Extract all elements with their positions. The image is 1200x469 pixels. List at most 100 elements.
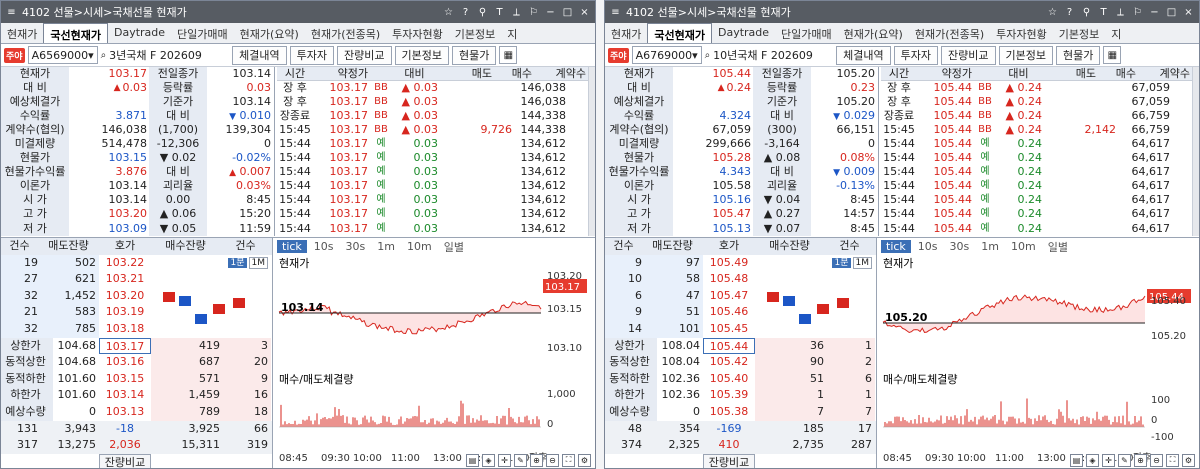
- chart-tab-3[interactable]: 1m: [976, 240, 1004, 253]
- ask-price[interactable]: 103.22: [99, 255, 151, 272]
- bid-price[interactable]: 105.40: [703, 371, 755, 388]
- bid-price[interactable]: 103.14: [99, 387, 151, 404]
- code-field[interactable]: A6569000 ▾: [27, 46, 98, 64]
- trade-scrollbar[interactable]: [1192, 67, 1199, 236]
- day-night-toggle[interactable]: 주야: [4, 47, 25, 63]
- bid-price[interactable]: 105.38: [703, 404, 755, 421]
- pen-icon[interactable]: ✎: [1118, 453, 1131, 467]
- chart-tab-3[interactable]: 1m: [372, 240, 400, 253]
- bid-price[interactable]: 105.39: [703, 387, 755, 404]
- close-icon[interactable]: ×: [1182, 6, 1195, 19]
- flag-icon[interactable]: ⚐: [1131, 6, 1144, 19]
- chart-tab-5[interactable]: 일별: [1043, 239, 1073, 255]
- code-field[interactable]: A6769000 ▾: [631, 46, 702, 64]
- table-icon[interactable]: ▤: [466, 453, 479, 467]
- toolbar-button-3[interactable]: 기본정보: [394, 45, 449, 65]
- chart-tab-4[interactable]: 10m: [1006, 240, 1041, 253]
- link-icon[interactable]: ⚲: [476, 6, 489, 19]
- trade-scrollbar[interactable]: [588, 67, 595, 236]
- tab-6[interactable]: 투자자현황: [386, 23, 449, 43]
- chart-tab-1[interactable]: 10s: [913, 240, 943, 253]
- bid-price[interactable]: 103.13: [99, 404, 151, 421]
- ask-price[interactable]: 105.48: [703, 271, 755, 288]
- expand-icon[interactable]: ⛶: [1166, 453, 1179, 467]
- ask-price[interactable]: 103.21: [99, 271, 151, 288]
- pen-icon[interactable]: ✎: [514, 453, 527, 467]
- chart-tab-2[interactable]: 30s: [945, 240, 975, 253]
- tab-3[interactable]: 단일가매매: [171, 23, 234, 43]
- tab-0[interactable]: 현재가: [605, 23, 647, 43]
- toolbar-button-0[interactable]: 체결내역: [836, 45, 891, 65]
- text-icon[interactable]: T: [493, 6, 506, 19]
- star-icon[interactable]: ☆: [442, 6, 455, 19]
- link-icon[interactable]: ⚲: [1080, 6, 1093, 19]
- toolbar-button-0[interactable]: 체결내역: [232, 45, 287, 65]
- ask-price[interactable]: 105.46: [703, 304, 755, 321]
- minimize-icon[interactable]: −: [544, 6, 557, 19]
- toolbar-button-2[interactable]: 잔량비교: [941, 45, 996, 65]
- zoom-in-icon[interactable]: ⊕: [1134, 453, 1147, 467]
- toolbar-button-2[interactable]: 잔량비교: [337, 45, 392, 65]
- compare-button[interactable]: 잔량비교: [99, 453, 151, 468]
- ask-price[interactable]: 105.45: [703, 321, 755, 338]
- chart-tab-2[interactable]: 30s: [341, 240, 371, 253]
- toolbar-button-4[interactable]: 현물가: [1056, 45, 1101, 65]
- tab-5[interactable]: 현재가(전종목): [305, 23, 386, 43]
- tab-7[interactable]: 기본정보: [1053, 23, 1105, 43]
- cross-icon[interactable]: ✛: [498, 453, 511, 467]
- table-icon[interactable]: ▤: [1070, 453, 1083, 467]
- ask-price[interactable]: 103.19: [99, 304, 151, 321]
- restore-icon[interactable]: □: [561, 6, 574, 19]
- tab-4[interactable]: 현재가(요약): [838, 23, 909, 43]
- period-1min[interactable]: 1분: [832, 257, 851, 268]
- bid-price[interactable]: 103.16: [99, 354, 151, 371]
- chart-icon[interactable]: ◈: [1086, 453, 1099, 467]
- text-icon[interactable]: T: [1097, 6, 1110, 19]
- chart-tab-0[interactable]: tick: [277, 240, 307, 253]
- flag-icon[interactable]: ⚐: [527, 6, 540, 19]
- chart-icon[interactable]: ◈: [482, 453, 495, 467]
- chart-tab-4[interactable]: 10m: [402, 240, 437, 253]
- period-1m[interactable]: 1M: [248, 256, 268, 269]
- menu-icon[interactable]: ≡: [5, 6, 18, 19]
- expand-icon[interactable]: ⛶: [562, 453, 575, 467]
- help-icon[interactable]: ?: [1063, 6, 1076, 19]
- grid-icon[interactable]: ▦: [1103, 46, 1122, 64]
- tab-7[interactable]: 기본정보: [449, 23, 501, 43]
- menu-icon[interactable]: ≡: [609, 6, 622, 19]
- period-1min[interactable]: 1분: [228, 257, 247, 268]
- chart-tab-0[interactable]: tick: [881, 240, 911, 253]
- tab-2[interactable]: Daytrade: [712, 23, 775, 43]
- minimize-icon[interactable]: −: [1148, 6, 1161, 19]
- toolbar-button-1[interactable]: 투자자: [893, 45, 939, 65]
- toolbar-button-3[interactable]: 기본정보: [998, 45, 1053, 65]
- period-1m[interactable]: 1M: [852, 256, 872, 269]
- toolbar-button-1[interactable]: 투자자: [289, 45, 335, 65]
- grid-icon[interactable]: ▦: [499, 46, 518, 64]
- tab-4[interactable]: 현재가(요약): [234, 23, 305, 43]
- cross-icon[interactable]: ✛: [1102, 453, 1115, 467]
- tab-8[interactable]: 지: [1105, 23, 1127, 43]
- search-icon[interactable]: ⌕: [101, 50, 107, 61]
- zoom-out-icon[interactable]: ⊖: [546, 453, 559, 467]
- tab-1[interactable]: 국선현재가: [647, 23, 712, 43]
- chart-tab-5[interactable]: 일별: [439, 239, 469, 255]
- close-icon[interactable]: ×: [578, 6, 591, 19]
- chevron-down-icon[interactable]: ▾: [88, 49, 94, 62]
- ask-price[interactable]: 103.18: [99, 321, 151, 338]
- toolbar-button-4[interactable]: 현물가: [452, 45, 497, 65]
- search-icon[interactable]: ⌕: [705, 50, 711, 61]
- ask-price[interactable]: 105.49: [703, 255, 755, 272]
- tab-1[interactable]: 국선현재가: [43, 23, 108, 43]
- ask-price[interactable]: 103.20: [99, 288, 151, 305]
- compare-button[interactable]: 잔량비교: [703, 453, 755, 468]
- bid-price[interactable]: 103.17: [99, 337, 151, 355]
- chart-tab-1[interactable]: 10s: [309, 240, 339, 253]
- star-icon[interactable]: ☆: [1046, 6, 1059, 19]
- tab-5[interactable]: 현재가(전종목): [909, 23, 990, 43]
- zoom-in-icon[interactable]: ⊕: [530, 453, 543, 467]
- tab-6[interactable]: 투자자현황: [990, 23, 1053, 43]
- ask-price[interactable]: 105.47: [703, 288, 755, 305]
- bid-price[interactable]: 105.42: [703, 354, 755, 371]
- tab-8[interactable]: 지: [501, 23, 523, 43]
